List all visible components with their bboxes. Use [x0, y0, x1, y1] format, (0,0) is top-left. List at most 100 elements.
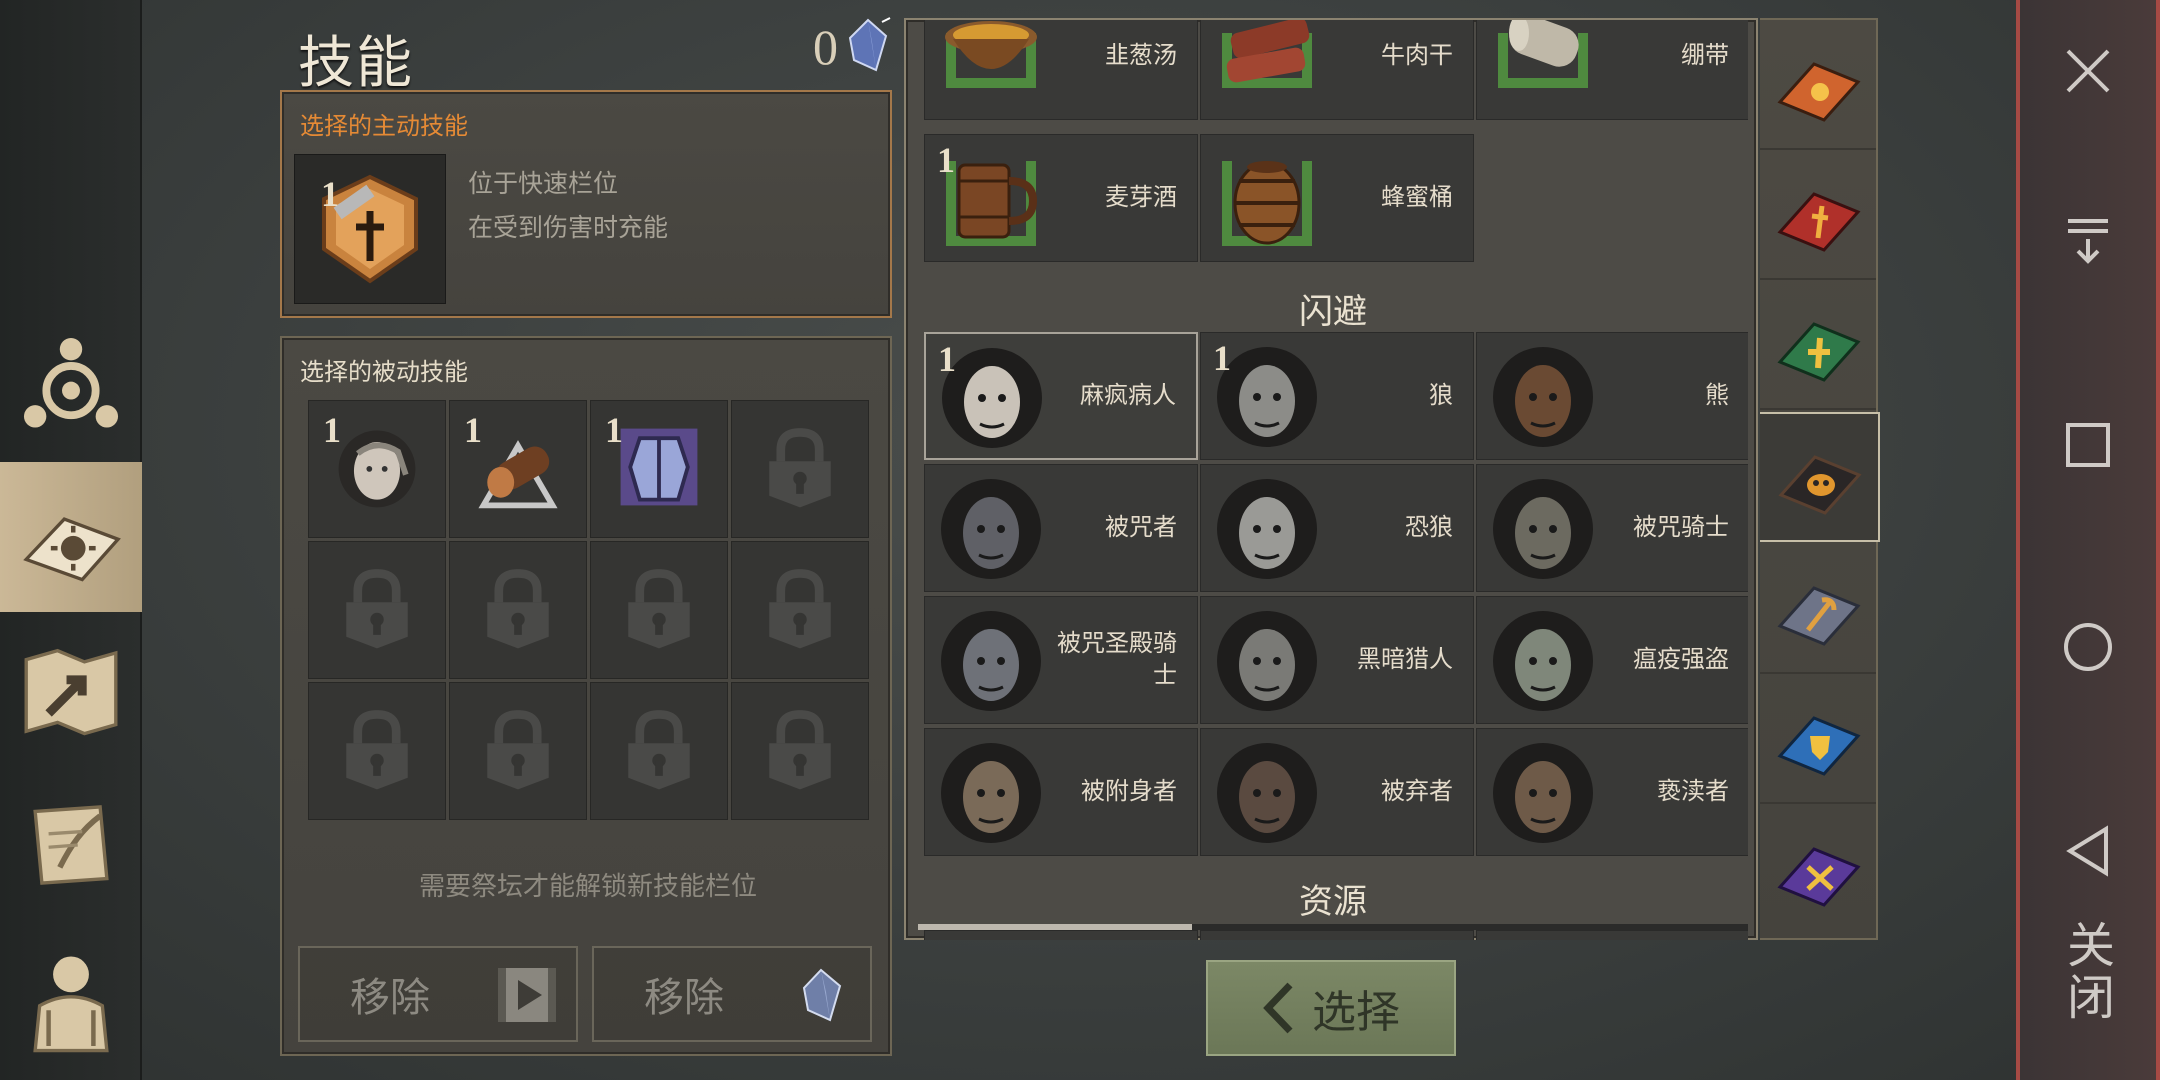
nav-skills-tree-button[interactable] [0, 310, 142, 460]
list-item[interactable]: 被弃者 [1200, 728, 1474, 856]
item-name: 牛肉干 [1381, 42, 1453, 69]
list-item[interactable]: 亵渎者 [1476, 728, 1748, 856]
system-close-button[interactable] [2020, 26, 2156, 116]
creature-portrait-icon [1489, 475, 1597, 583]
list-item[interactable]: 瘟疫强盗 [1476, 596, 1748, 724]
square-icon [2066, 423, 2110, 467]
item-name: 被弃者 [1381, 778, 1453, 805]
section-resources-title: 资源 [1299, 883, 1367, 921]
passive-skill-level: 1 [323, 410, 341, 450]
list-item[interactable]: 黑暗猎人 [1200, 596, 1474, 724]
list-item[interactable]: 1 麻疯病人 [924, 332, 1198, 460]
barrel-icon [1213, 145, 1321, 253]
passive-skill-slot[interactable] [449, 682, 587, 820]
item-name: 麦芽酒 [1105, 184, 1177, 211]
gem-icon [802, 968, 842, 1022]
triangle-back-icon [2066, 825, 2108, 877]
list-item[interactable]: 1狼 [1200, 332, 1474, 460]
list-item[interactable] [924, 930, 1198, 940]
jerky-icon [1213, 20, 1321, 111]
system-collapse-button[interactable] [2020, 194, 2156, 284]
nav-character-button[interactable] [0, 924, 142, 1074]
passive-skill-slot[interactable] [590, 541, 728, 679]
item-level: 1 [1213, 338, 1231, 378]
gem-icon [848, 17, 891, 72]
passive-skill-slot[interactable] [449, 541, 587, 679]
item-level: 1 [937, 140, 955, 180]
passive-skill-slot[interactable] [731, 682, 869, 820]
passive-skill-slot[interactable]: 1 [308, 400, 446, 538]
skill-list-panel: 闪避 资源 韭葱汤 牛肉干 绷带 1 麦芽酒 蜂蜜桶 1 麻疯病人 1 狼熊被咒者 恐狼 被咒骑士 被咒… [904, 18, 1758, 940]
list-item[interactable]: 被咒圣殿骑士 [924, 596, 1198, 724]
item-name: 被咒圣殿骑士 [1057, 630, 1177, 689]
list-item[interactable]: 蜂蜜桶 [1200, 134, 1474, 262]
lock-icon [470, 701, 566, 802]
tab-axe-book[interactable] [1760, 544, 1876, 674]
list-item[interactable]: 被咒骑士 [1476, 464, 1748, 592]
pale-head-icon [329, 419, 425, 520]
list-item[interactable]: 1 麦芽酒 [924, 134, 1198, 262]
nav-rail [0, 0, 142, 1080]
remove-gem-button[interactable]: 移除 [592, 946, 872, 1042]
passive-skill-slot[interactable]: 1 [590, 400, 728, 538]
select-button-label: 选择 [1312, 988, 1400, 1037]
select-button[interactable]: 选择 [1206, 960, 1456, 1056]
passive-skill-level: 1 [605, 410, 623, 450]
creature-portrait-icon [937, 739, 1045, 847]
list-item[interactable] [1200, 930, 1474, 940]
orange-sun-book-icon [1777, 62, 1861, 122]
item-name: 黑暗猎人 [1357, 646, 1453, 673]
list-item[interactable]: 牛肉干 [1200, 20, 1474, 120]
system-home-button[interactable] [2020, 602, 2156, 692]
red-sword-book-icon [1777, 192, 1861, 252]
list-item[interactable]: 被咒者 [924, 464, 1198, 592]
sun-book-icon [23, 517, 121, 582]
passive-skill-slot[interactable]: 1 [449, 400, 587, 538]
purple-arrows-book-icon [1777, 847, 1861, 907]
item-level: 1 [938, 339, 956, 379]
item-name: 瘟疫强盗 [1633, 646, 1729, 673]
passive-skill-slot[interactable] [731, 541, 869, 679]
list-item[interactable]: 被附身者 [924, 728, 1198, 856]
tab-sun-book[interactable] [1760, 20, 1876, 150]
blue-shield-book-icon [1777, 716, 1861, 776]
passive-skill-slot[interactable] [590, 682, 728, 820]
system-recents-button[interactable] [2020, 400, 2156, 490]
close-icon [2066, 49, 2110, 93]
item-name: 被咒骑士 [1633, 514, 1729, 541]
tab-shield-book[interactable] [1760, 674, 1876, 804]
creature-portrait-icon [1213, 739, 1321, 847]
nav-map-button[interactable] [0, 616, 142, 766]
item-name: 狼 [1429, 382, 1453, 409]
system-close-text[interactable]: 关闭 [2059, 920, 2120, 1024]
lock-icon [611, 560, 707, 661]
page-title: 技能 [298, 31, 414, 94]
creature-portrait-icon [1489, 739, 1597, 847]
remove-video-label: 移除 [350, 976, 430, 1020]
tab-sword-book[interactable] [1760, 150, 1876, 280]
creature-portrait-icon [937, 475, 1045, 583]
list-item[interactable]: 绷带 [1476, 20, 1748, 120]
tab-mask-book[interactable] [1760, 412, 1880, 542]
section-dodge-title: 闪避 [1299, 293, 1367, 331]
tab-cross-book[interactable] [1760, 280, 1876, 410]
lock-icon [329, 701, 425, 802]
nav-skills-book-button[interactable] [0, 462, 142, 612]
lock-icon [752, 419, 848, 520]
log-icon [470, 419, 566, 520]
active-skill-slot[interactable]: 1 [294, 154, 446, 304]
nav-quests-button[interactable] [0, 770, 142, 920]
passive-skill-slot[interactable] [308, 541, 446, 679]
item-name: 被附身者 [1081, 778, 1177, 805]
system-back-button[interactable] [2020, 806, 2156, 896]
passive-skill-slot[interactable] [308, 682, 446, 820]
passive-skills-panel: 选择的被动技能 1 1 1 需要祭坛才能解锁新技能栏位 移除 移除 [280, 336, 892, 1056]
list-item[interactable]: 恐狼 [1200, 464, 1474, 592]
remove-video-button[interactable]: 移除 [298, 946, 578, 1042]
skill-list[interactable]: 闪避 资源 韭葱汤 牛肉干 绷带 1 麦芽酒 蜂蜜桶 1 麻疯病人 1 狼熊被咒者 恐狼 被咒骑士 被咒… [918, 20, 1748, 940]
tab-arrows-book[interactable] [1760, 804, 1876, 934]
list-item[interactable] [1476, 930, 1748, 940]
list-item[interactable]: 熊 [1476, 332, 1748, 460]
list-item[interactable]: 韭葱汤 [924, 20, 1198, 120]
passive-skill-slot[interactable] [731, 400, 869, 538]
